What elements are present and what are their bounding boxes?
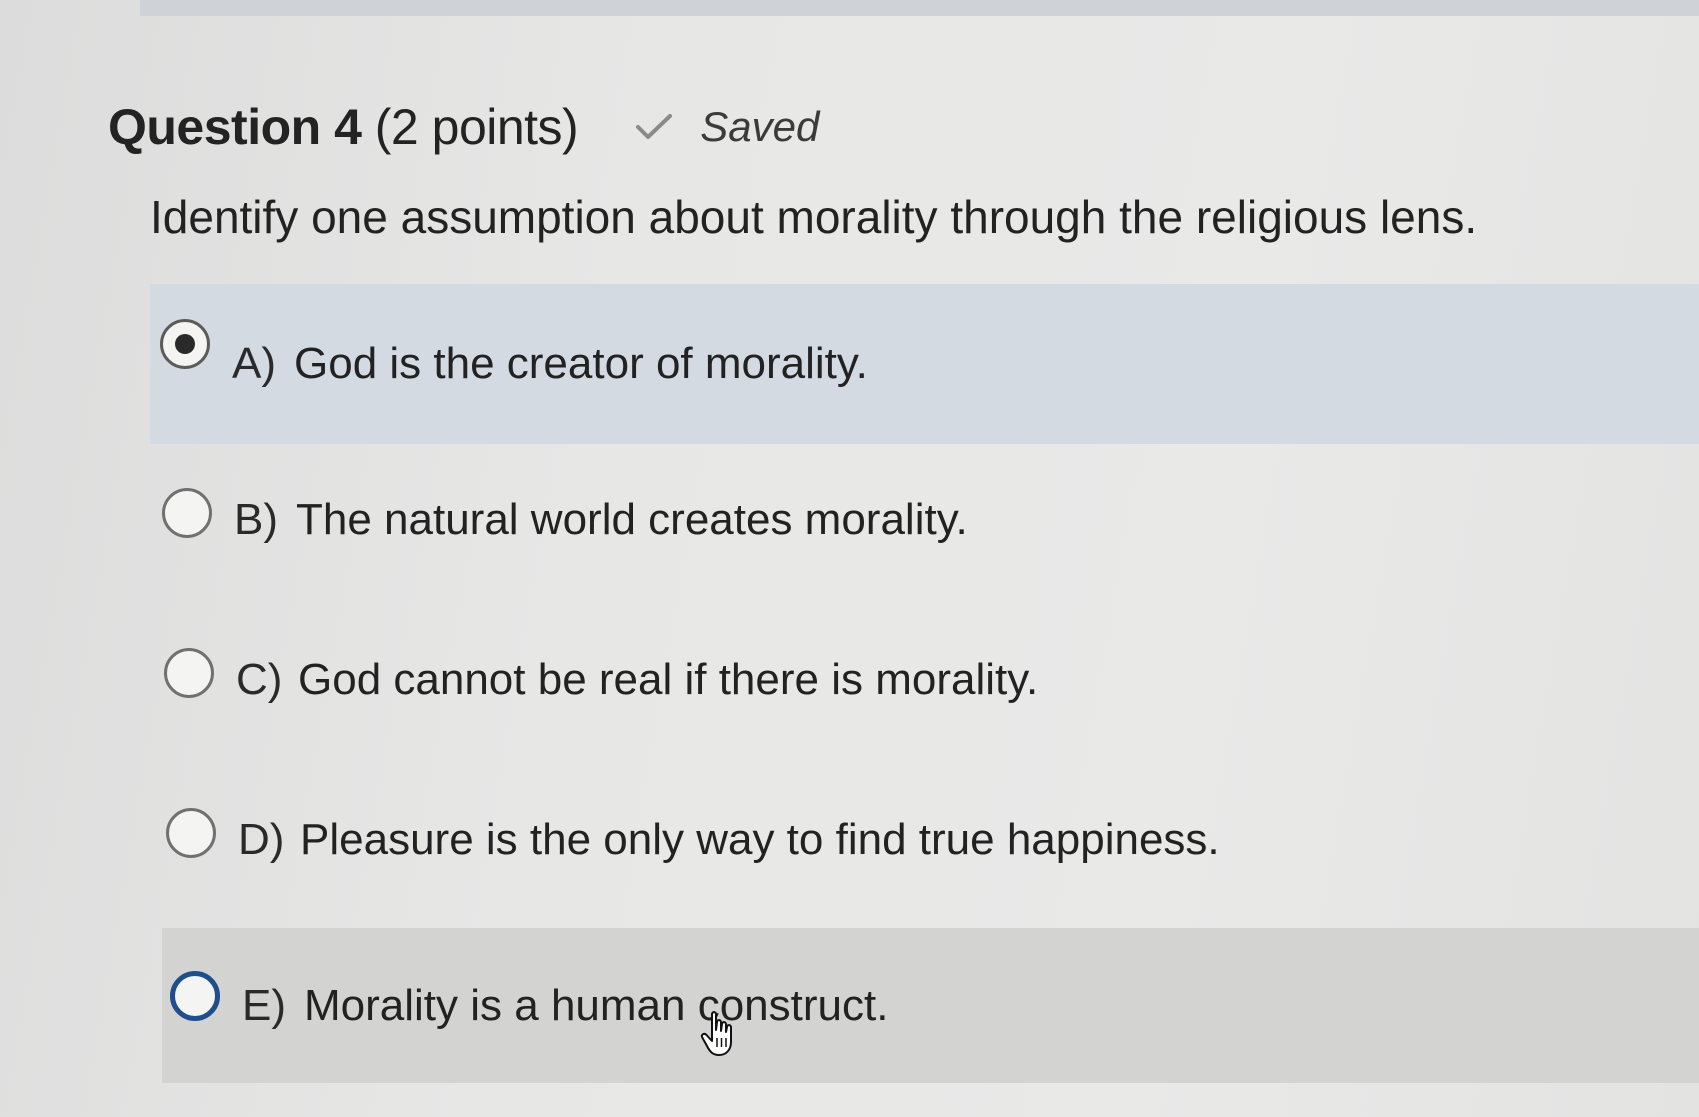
question-header: Question 4 (2 points) Saved [108, 92, 819, 162]
saved-status: Saved [634, 103, 819, 151]
question-prompt: Identify one assumption about morality t… [150, 191, 1478, 243]
radio-button-c[interactable] [164, 648, 214, 698]
radio-button-a[interactable] [160, 319, 210, 369]
option-d[interactable]: D) Pleasure is the only way to find true… [166, 790, 1220, 890]
option-e-letter: E) [242, 980, 286, 1030]
option-d-letter: D) [238, 815, 285, 864]
question-title: Question 4 (2 points) [108, 98, 579, 156]
option-e-label: Morality is a human construct. [304, 980, 889, 1030]
radio-button-b[interactable] [162, 488, 212, 538]
option-d-label: Pleasure is the only way to find true ha… [300, 815, 1220, 864]
option-b[interactable]: B) The natural world creates morality. [162, 470, 968, 570]
option-a-letter: A) [232, 339, 276, 388]
option-b-letter: B) [234, 495, 278, 544]
option-c-letter: C) [236, 655, 283, 704]
saved-label: Saved [700, 103, 820, 150]
top-banner-strip [140, 0, 1699, 16]
option-e[interactable]: E) Morality is a human construct. [162, 928, 1699, 1083]
hand-cursor-icon [700, 1011, 732, 1056]
checkmark-icon [636, 114, 673, 139]
question-points: (2 points) [374, 99, 579, 155]
question-number: Question 4 [108, 99, 362, 155]
option-c-label: God cannot be real if there is morality. [298, 655, 1039, 704]
radio-button-d[interactable] [166, 808, 216, 858]
option-b-label: The natural world creates morality. [296, 495, 968, 544]
radio-button-e[interactable] [170, 970, 220, 1021]
option-a[interactable]: A) God is the creator of morality. [150, 284, 1699, 444]
option-a-label: God is the creator of morality. [294, 339, 868, 388]
option-c[interactable]: C) God cannot be real if there is morali… [164, 630, 1038, 730]
